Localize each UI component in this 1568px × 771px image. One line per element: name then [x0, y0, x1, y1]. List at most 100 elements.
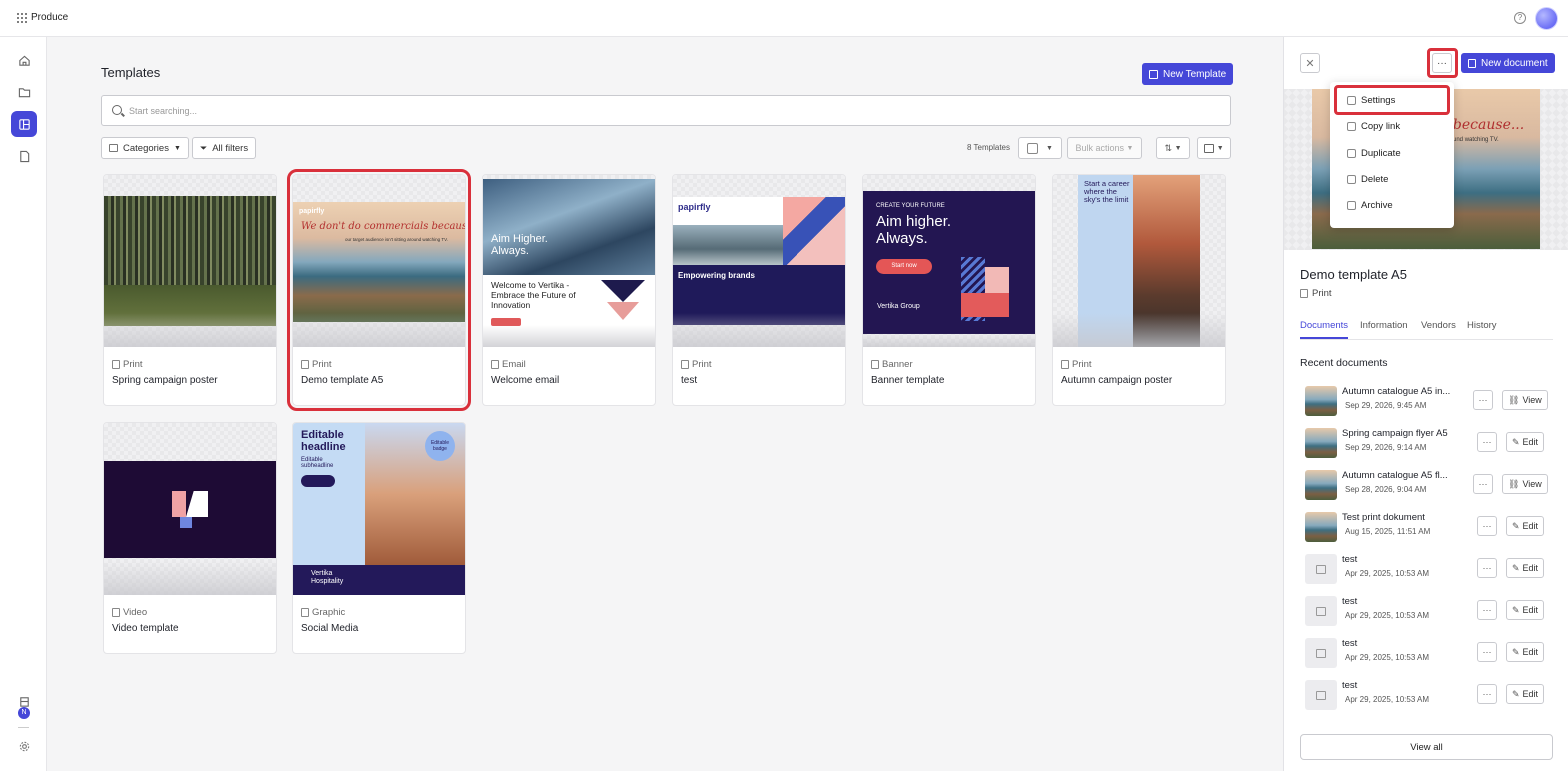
- menu-item-label: Delete: [1361, 173, 1389, 185]
- search-icon: [112, 105, 122, 115]
- document-more-button[interactable]: ···: [1477, 642, 1497, 662]
- document-row[interactable]: Autumn catalogue A5 in... Sep 29, 2026, 9…: [1304, 384, 1554, 420]
- edit-icon: ✎: [1512, 436, 1520, 447]
- document-thumbnail: [1305, 428, 1337, 458]
- tab-history[interactable]: History: [1467, 320, 1497, 337]
- template-type-label: Print: [1072, 359, 1092, 370]
- template-card[interactable]: Editable headline Editable subheadline E…: [292, 422, 466, 654]
- bulk-actions-dropdown[interactable]: Bulk actions ▼: [1067, 137, 1142, 159]
- document-edit-button[interactable]: ✎ Edit: [1506, 558, 1545, 578]
- tab-information[interactable]: Information: [1360, 320, 1408, 337]
- document-icon[interactable]: [11, 143, 37, 169]
- template-card[interactable]: Aim Higher. Always. Welcome to Vertika -…: [482, 174, 656, 406]
- papirfly-logo: papirfly: [678, 202, 711, 212]
- template-card[interactable]: papirfly Empowering brands Print test: [672, 174, 846, 406]
- template-card[interactable]: Print Spring campaign poster: [103, 174, 277, 406]
- document-row[interactable]: test Apr 29, 2025, 10:53 AM ··· ✎ Edit: [1304, 636, 1554, 672]
- document-name: Autumn catalogue A5 in...: [1342, 386, 1451, 397]
- document-more-button[interactable]: ···: [1477, 516, 1497, 536]
- document-more-button[interactable]: ···: [1477, 558, 1497, 578]
- menu-item-duplicate[interactable]: Duplicate: [1330, 141, 1454, 165]
- document-date: Apr 29, 2025, 10:53 AM: [1345, 611, 1430, 620]
- document-action-label: Edit: [1522, 647, 1539, 657]
- new-template-label: New Template: [1163, 68, 1227, 80]
- thumb-brand: Vertika Group: [877, 303, 920, 310]
- thumb-badge: Editable badge: [425, 431, 455, 461]
- document-edit-button[interactable]: ✎ Edit: [1506, 642, 1545, 662]
- thumb-headline: Start a career where the sky's the limit: [1084, 179, 1130, 204]
- archive-icon: [1347, 200, 1356, 210]
- menu-item-archive[interactable]: Archive: [1330, 193, 1454, 217]
- template-thumbnail: [104, 175, 276, 347]
- document-row[interactable]: test Apr 29, 2025, 10:53 AM ··· ✎ Edit: [1304, 552, 1554, 588]
- document-row[interactable]: Autumn catalogue A5 fl... Sep 28, 2026, 9…: [1304, 468, 1554, 504]
- document-view-button[interactable]: ⛓ View: [1502, 474, 1548, 494]
- document-edit-button[interactable]: ✎ Edit: [1506, 432, 1545, 452]
- document-more-button[interactable]: ···: [1473, 390, 1493, 410]
- template-card[interactable]: Start a career where the sky's the limit…: [1052, 174, 1226, 406]
- document-name: test: [1342, 638, 1358, 649]
- document-view-button[interactable]: ⛓ View: [1502, 390, 1548, 410]
- avatar[interactable]: [1535, 7, 1558, 30]
- document-more-button[interactable]: ···: [1477, 600, 1497, 620]
- search-input[interactable]: Start searching...: [101, 95, 1231, 126]
- home-icon[interactable]: [11, 47, 37, 73]
- papirfly-logo: papirfly: [299, 208, 325, 215]
- panel-type-label: Print: [1312, 288, 1332, 299]
- document-date: Sep 28, 2026, 9:04 AM: [1345, 485, 1427, 494]
- top-bar: Produce ?: [0, 0, 1568, 37]
- filter-icon: ⏷: [200, 142, 208, 153]
- document-action-label: View: [1522, 479, 1542, 489]
- document-name: test: [1342, 596, 1358, 607]
- document-date: Aug 15, 2025, 11:51 AM: [1345, 527, 1431, 536]
- view-mode-dropdown[interactable]: ▼: [1197, 137, 1231, 159]
- new-template-button[interactable]: New Template: [1142, 63, 1234, 85]
- view-all-button[interactable]: View all: [1300, 734, 1553, 760]
- document-name: Spring campaign flyer A5: [1342, 428, 1448, 439]
- options-menu: Settings Copy link Duplicate Delete Arch…: [1330, 82, 1454, 228]
- document-edit-button[interactable]: ✎ Edit: [1506, 684, 1545, 704]
- chevron-down-icon: ▼: [1046, 144, 1053, 152]
- template-card-selected[interactable]: papirfly We don't do commercials because…: [287, 169, 471, 411]
- document-more-button[interactable]: ···: [1477, 684, 1497, 704]
- document-row[interactable]: test Apr 29, 2025, 10:53 AM ··· ✎ Edit: [1304, 594, 1554, 630]
- categories-dropdown[interactable]: Categories ▼: [101, 137, 189, 159]
- gear-icon[interactable]: [11, 733, 37, 759]
- sort-dropdown[interactable]: ⇅ ▼: [1156, 137, 1190, 159]
- app-grid-icon[interactable]: [17, 13, 27, 23]
- templates-icon[interactable]: [11, 111, 37, 137]
- all-filters-label: All filters: [212, 142, 249, 154]
- document-more-button[interactable]: ···: [1473, 474, 1493, 494]
- template-type: Banner: [871, 359, 913, 370]
- close-icon[interactable]: ✕: [1300, 53, 1320, 73]
- tab-documents[interactable]: Documents: [1300, 320, 1349, 339]
- help-icon[interactable]: ?: [1514, 12, 1526, 24]
- document-edit-button[interactable]: ✎ Edit: [1506, 600, 1545, 620]
- image-placeholder-icon: [1316, 564, 1326, 574]
- all-filters-button[interactable]: ⏷ All filters: [192, 137, 257, 159]
- template-card[interactable]: Video Video template: [103, 422, 277, 654]
- categories-icon: [109, 144, 118, 152]
- highlight-more-button: [1427, 48, 1458, 78]
- tab-vendors[interactable]: Vendors: [1421, 320, 1456, 337]
- document-edit-button[interactable]: ✎ Edit: [1506, 516, 1545, 536]
- folder-icon[interactable]: [11, 79, 37, 105]
- select-all-checkbox[interactable]: ▼: [1018, 137, 1062, 159]
- document-row[interactable]: Spring campaign flyer A5 Sep 29, 2026, 9:…: [1304, 426, 1554, 462]
- template-type-label: Video: [123, 607, 148, 618]
- template-type-label: Print: [692, 359, 712, 370]
- document-row[interactable]: Test print dokument Aug 15, 2025, 11:51 A…: [1304, 510, 1554, 546]
- menu-item-delete[interactable]: Delete: [1330, 167, 1454, 191]
- document-row[interactable]: test Apr 29, 2025, 10:53 AM ··· ✎ Edit: [1304, 678, 1554, 714]
- template-type-label: Print: [123, 359, 143, 370]
- document-more-button[interactable]: ···: [1477, 432, 1497, 452]
- thumb-button: Start now: [876, 259, 932, 274]
- edit-icon: ✎: [1512, 688, 1520, 699]
- template-card[interactable]: CREATE YOUR FUTURE Aim higher. Always. S…: [862, 174, 1036, 406]
- new-document-button[interactable]: New document: [1461, 53, 1555, 73]
- link-icon: [1347, 121, 1356, 131]
- menu-item-copy-link[interactable]: Copy link: [1330, 114, 1454, 138]
- thumb-headline: We don't do commercials because...: [301, 221, 466, 232]
- document-thumbnail: [1305, 680, 1337, 710]
- template-count: 8 Templates: [967, 143, 1010, 152]
